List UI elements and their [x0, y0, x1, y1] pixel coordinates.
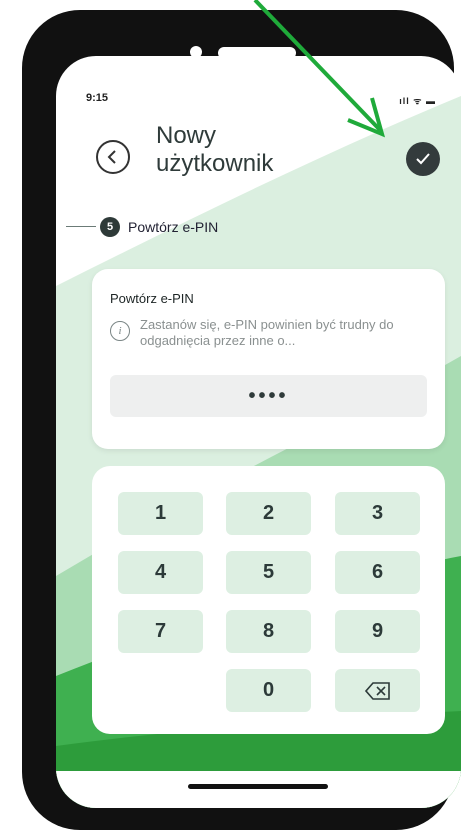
- page-title: Nowy użytkownik: [156, 122, 274, 177]
- key-9[interactable]: 9: [335, 610, 420, 653]
- back-button[interactable]: [96, 140, 130, 174]
- backspace-button[interactable]: [335, 669, 420, 712]
- step-line: [66, 226, 96, 227]
- confirm-button[interactable]: [406, 142, 440, 176]
- step-indicator: 5 Powtórz e-PIN: [100, 216, 218, 238]
- status-icons: ıll ᯤ ▬: [399, 96, 436, 106]
- key-3[interactable]: 3: [335, 492, 420, 535]
- home-indicator: [188, 784, 328, 789]
- key-0[interactable]: 0: [226, 669, 311, 712]
- pin-card: Powtórz e-PIN i Zastanów się, e-PIN powi…: [92, 269, 445, 449]
- key-8[interactable]: 8: [226, 610, 311, 653]
- status-time: 9:15: [86, 92, 109, 104]
- pin-hint-text: Zastanów się, e-PIN powinien być trudny …: [140, 317, 394, 348]
- checkmark-icon: [416, 153, 430, 165]
- phone-screen: 9:15 ıll ᯤ ▬ Nowy użytkownik 5 Powtórz e…: [56, 56, 461, 808]
- step-number-badge: 5: [100, 217, 120, 237]
- key-5[interactable]: 5: [226, 551, 311, 594]
- info-icon: i: [110, 321, 130, 341]
- key-2[interactable]: 2: [226, 492, 311, 535]
- phone-frame: 9:15 ıll ᯤ ▬ Nowy użytkownik 5 Powtórz e…: [22, 10, 461, 830]
- step-label: Powtórz e-PIN: [128, 219, 219, 235]
- pin-card-title: Powtórz e-PIN: [110, 291, 194, 306]
- chevron-left-icon: [107, 150, 116, 164]
- pin-input-field[interactable]: ••••: [110, 375, 427, 417]
- backspace-icon: [364, 681, 390, 700]
- key-7[interactable]: 7: [118, 610, 203, 653]
- key-4[interactable]: 4: [118, 551, 203, 594]
- key-6[interactable]: 6: [335, 551, 420, 594]
- keypad: 1 2 3 4 5 6 7 8 9 0: [92, 466, 445, 734]
- key-1[interactable]: 1: [118, 492, 203, 535]
- status-bar: 9:15 ıll ᯤ ▬: [86, 92, 436, 108]
